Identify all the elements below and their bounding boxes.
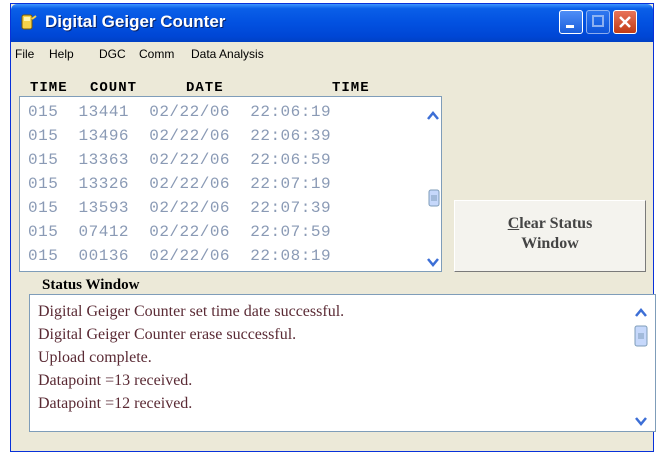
maximize-icon	[592, 15, 604, 27]
radiation-app-icon	[21, 14, 37, 30]
header-time: TIME	[30, 80, 68, 96]
status-line: Digital Geiger Counter erase successful.	[38, 326, 297, 343]
menu-help[interactable]: Help	[49, 47, 74, 61]
status-window-label: Status Window	[42, 277, 140, 293]
header-time-of-day: TIME	[332, 80, 370, 96]
list-item[interactable]: 015 13363 02/22/06 22:06:59	[28, 151, 331, 169]
clear-button-label-line2: Window	[521, 235, 579, 252]
scroll-down-icon[interactable]	[425, 255, 441, 269]
menu-comm[interactable]: Comm	[139, 47, 174, 61]
status-line: Datapoint =12 received.	[38, 395, 193, 412]
menu-data-analysis[interactable]: Data Analysis	[191, 47, 264, 61]
title-bar[interactable]: Digital Geiger Counter	[11, 4, 653, 42]
minimize-button[interactable]	[559, 10, 583, 34]
close-button[interactable]	[613, 10, 637, 34]
scroll-up-icon[interactable]	[425, 109, 441, 123]
data-list[interactable]: 015 13441 02/22/06 22:06:19 015 13496 02…	[19, 96, 442, 272]
scroll-down-icon[interactable]	[632, 413, 650, 429]
list-item[interactable]: 015 07412 02/22/06 22:07:59	[28, 223, 331, 241]
status-line: Datapoint =13 received.	[38, 372, 193, 389]
clear-status-window-button[interactable]: Clear Status Window	[454, 200, 646, 272]
list-item[interactable]: 015 13326 02/22/06 22:07:19	[28, 175, 331, 193]
menu-bar: File Help DGC Comm Data Analysis	[11, 42, 653, 64]
menu-dgc[interactable]: DGC	[99, 47, 126, 61]
list-item[interactable]: 015 13441 02/22/06 22:06:19	[28, 103, 331, 121]
scroll-thumb-icon[interactable]	[632, 325, 650, 347]
status-line: Upload complete.	[38, 349, 152, 366]
menu-file[interactable]: File	[15, 47, 34, 61]
clear-button-accel: C	[507, 215, 520, 232]
minimize-icon	[566, 25, 574, 28]
status-line: Digital Geiger Counter set time date suc…	[38, 303, 345, 320]
list-item[interactable]: 015 13593 02/22/06 22:07:39	[28, 199, 331, 217]
list-item[interactable]: 015 00136 02/22/06 22:08:19	[28, 247, 331, 265]
status-window[interactable]: Digital Geiger Counter set time date suc…	[29, 294, 656, 432]
maximize-button[interactable]	[586, 10, 610, 34]
header-count: COUNT	[90, 80, 138, 96]
scroll-thumb-icon[interactable]	[426, 189, 442, 207]
clear-button-label: lear Status	[519, 215, 593, 232]
scroll-up-icon[interactable]	[632, 305, 650, 321]
list-item[interactable]: 015 13496 02/22/06 22:06:39	[28, 127, 331, 145]
header-date: DATE	[186, 80, 224, 96]
close-icon	[619, 16, 631, 28]
window-title: Digital Geiger Counter	[45, 12, 226, 31]
